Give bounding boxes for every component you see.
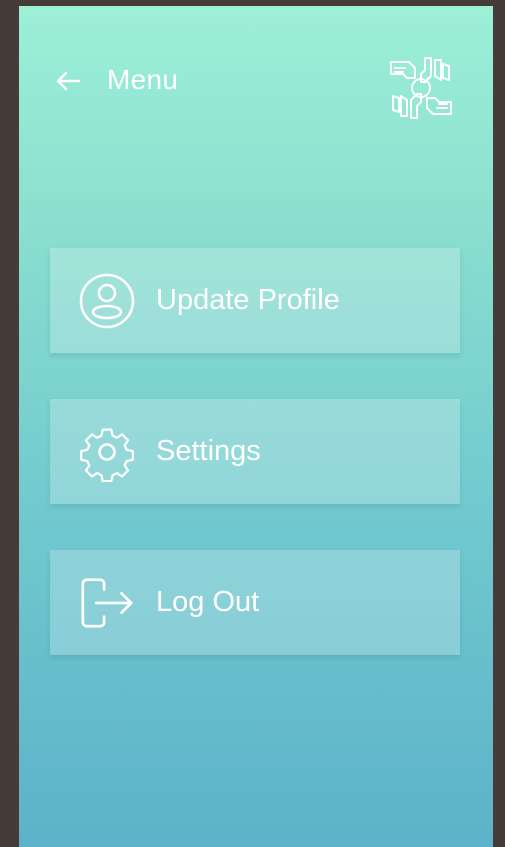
log-out-button[interactable]: Log Out bbox=[50, 550, 460, 655]
hands-circle-logo bbox=[390, 57, 452, 119]
settings-button[interactable]: Settings bbox=[50, 399, 460, 504]
user-circle-icon bbox=[77, 271, 137, 331]
device-frame: Menu Update Profile Settings Log Out bbox=[0, 0, 505, 847]
update-profile-label: Update Profile bbox=[156, 284, 340, 316]
menu-screen: Menu Update Profile Settings Log Out bbox=[19, 6, 493, 847]
logout-icon bbox=[77, 573, 137, 633]
gear-icon bbox=[77, 422, 137, 482]
menu-list: Update Profile Settings Log Out bbox=[50, 248, 460, 701]
page-title: Menu bbox=[107, 64, 179, 95]
back-button[interactable] bbox=[53, 66, 83, 96]
header: Menu bbox=[19, 6, 493, 156]
update-profile-button[interactable]: Update Profile bbox=[50, 248, 460, 353]
settings-label: Settings bbox=[156, 435, 261, 467]
arrow-left-icon bbox=[56, 71, 81, 91]
log-out-label: Log Out bbox=[156, 586, 260, 618]
